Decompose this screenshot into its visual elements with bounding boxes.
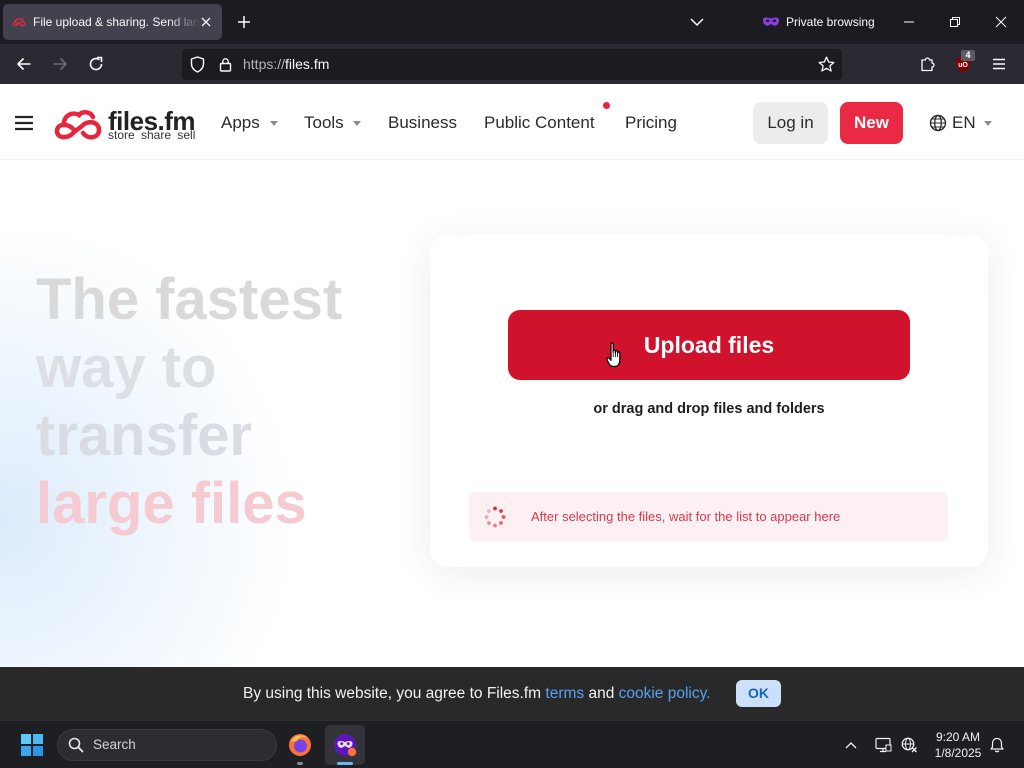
- taskbar-search-label: Search: [93, 737, 136, 752]
- show-hidden-icons-chevron-icon[interactable]: [845, 741, 857, 749]
- firefox-private-icon[interactable]: [333, 733, 357, 757]
- clock-time: 9:20 AM: [935, 730, 981, 744]
- nav-item-business[interactable]: Business: [388, 113, 457, 133]
- display-icon[interactable]: [875, 737, 892, 753]
- ublock-count-badge: 4: [961, 50, 975, 61]
- back-arrow-icon[interactable]: [16, 56, 32, 72]
- nav-item-public-content[interactable]: Public Content: [484, 113, 595, 133]
- browser-toolbar: https://files.fm uO 4: [0, 44, 1024, 84]
- site-header: files.fm store share sell Apps Tools Bus…: [0, 84, 1024, 160]
- tracking-shield-icon[interactable]: [190, 56, 205, 73]
- svg-text:uO: uO: [958, 62, 968, 69]
- clock-date: 1/8/2025: [934, 746, 982, 760]
- network-icon[interactable]: [901, 737, 918, 753]
- tools-dropdown-caret-icon[interactable]: [353, 121, 361, 126]
- url-host: files.fm: [285, 56, 330, 72]
- window-close-icon[interactable]: [995, 16, 1007, 28]
- notification-bell-icon[interactable]: [989, 737, 1005, 753]
- forward-arrow-icon[interactable]: [52, 56, 68, 72]
- cookie-banner: By using this website, you agree to File…: [0, 667, 1024, 720]
- apps-dropdown-caret-icon[interactable]: [270, 121, 278, 126]
- public-content-notification-dot: [603, 102, 610, 109]
- globe-icon[interactable]: [929, 114, 947, 132]
- logo-tagline: store share sell: [108, 128, 196, 142]
- search-icon: [68, 737, 84, 753]
- tab-close-icon[interactable]: [200, 16, 212, 28]
- language-selector[interactable]: EN: [952, 113, 976, 133]
- files-fm-favicon-icon: [12, 18, 26, 27]
- terms-link[interactable]: terms: [545, 685, 584, 702]
- windows-start-icon[interactable]: [21, 734, 43, 756]
- tab-title: File upload & sharing. Send larg: [33, 15, 200, 29]
- language-dropdown-caret-icon[interactable]: [984, 121, 992, 126]
- private-mask-icon: [763, 17, 779, 26]
- cookie-ok-button[interactable]: OK: [736, 680, 781, 707]
- private-browsing-label: Private browsing: [786, 15, 875, 29]
- hero-highlight: large files: [36, 471, 307, 536]
- nav-item-apps[interactable]: Apps: [221, 113, 260, 133]
- taskbar-search-box[interactable]: Search: [57, 729, 277, 761]
- upload-wait-notice-text: After selecting the files, wait for the …: [531, 509, 841, 524]
- hero-line-1: The fastest: [36, 267, 343, 332]
- url-bar[interactable]: https://files.fm: [182, 49, 842, 80]
- drag-drop-hint: or drag and drop files and folders: [593, 401, 825, 417]
- new-button[interactable]: New: [840, 102, 903, 144]
- taskbar-clock[interactable]: 9:20 AM 1/8/2025: [924, 729, 992, 761]
- login-button[interactable]: Log in: [753, 102, 828, 144]
- cookie-policy-link[interactable]: cookie policy.: [619, 685, 711, 702]
- url-text[interactable]: https://files.fm: [243, 49, 329, 80]
- hero-line-2: way to: [36, 335, 217, 400]
- hamburger-menu-icon[interactable]: [15, 115, 33, 131]
- web-page: files.fm store share sell Apps Tools Bus…: [0, 84, 1024, 667]
- nav-item-tools[interactable]: Tools: [304, 113, 344, 133]
- lock-icon[interactable]: [219, 57, 232, 72]
- hand-pointer-cursor-icon: [606, 342, 621, 368]
- loading-spinner-icon: [484, 506, 506, 528]
- extensions-puzzle-icon[interactable]: [920, 56, 936, 72]
- cookie-text-before: By using this website, you agree to File…: [243, 685, 546, 702]
- cookie-text-between: and: [584, 685, 619, 702]
- hero-line-3: transfer: [36, 403, 252, 468]
- files-fm-logo-icon[interactable]: [52, 106, 104, 142]
- upload-files-button[interactable]: Upload files: [508, 310, 910, 380]
- cookie-notice-text: By using this website, you agree to File…: [243, 667, 711, 720]
- url-scheme: https://: [243, 56, 286, 72]
- app-menu-icon[interactable]: [991, 56, 1007, 72]
- restore-icon[interactable]: [949, 16, 961, 28]
- private-window-active-indicator: [337, 762, 353, 765]
- reload-icon[interactable]: [88, 56, 104, 72]
- upload-wait-notice: After selecting the files, wait for the …: [469, 492, 948, 541]
- nav-item-pricing[interactable]: Pricing: [625, 113, 677, 133]
- minimize-icon[interactable]: [903, 16, 915, 28]
- browser-tab-strip: File upload & sharing. Send larg Private…: [0, 0, 1024, 44]
- windows-taskbar: Search 9:20 AM 1/8/2025: [0, 720, 1024, 768]
- hero-headline: The fastest way to transfer large files: [36, 266, 416, 538]
- firefox-running-indicator: [297, 762, 303, 765]
- browser-tab-active[interactable]: File upload & sharing. Send larg: [3, 4, 222, 40]
- upload-card: Upload files or drag and drop files and …: [430, 235, 988, 567]
- firefox-icon[interactable]: [288, 733, 312, 757]
- bookmark-star-icon[interactable]: [818, 56, 835, 73]
- new-tab-plus-icon[interactable]: [237, 15, 251, 29]
- tab-list-chevron-icon[interactable]: [690, 17, 704, 27]
